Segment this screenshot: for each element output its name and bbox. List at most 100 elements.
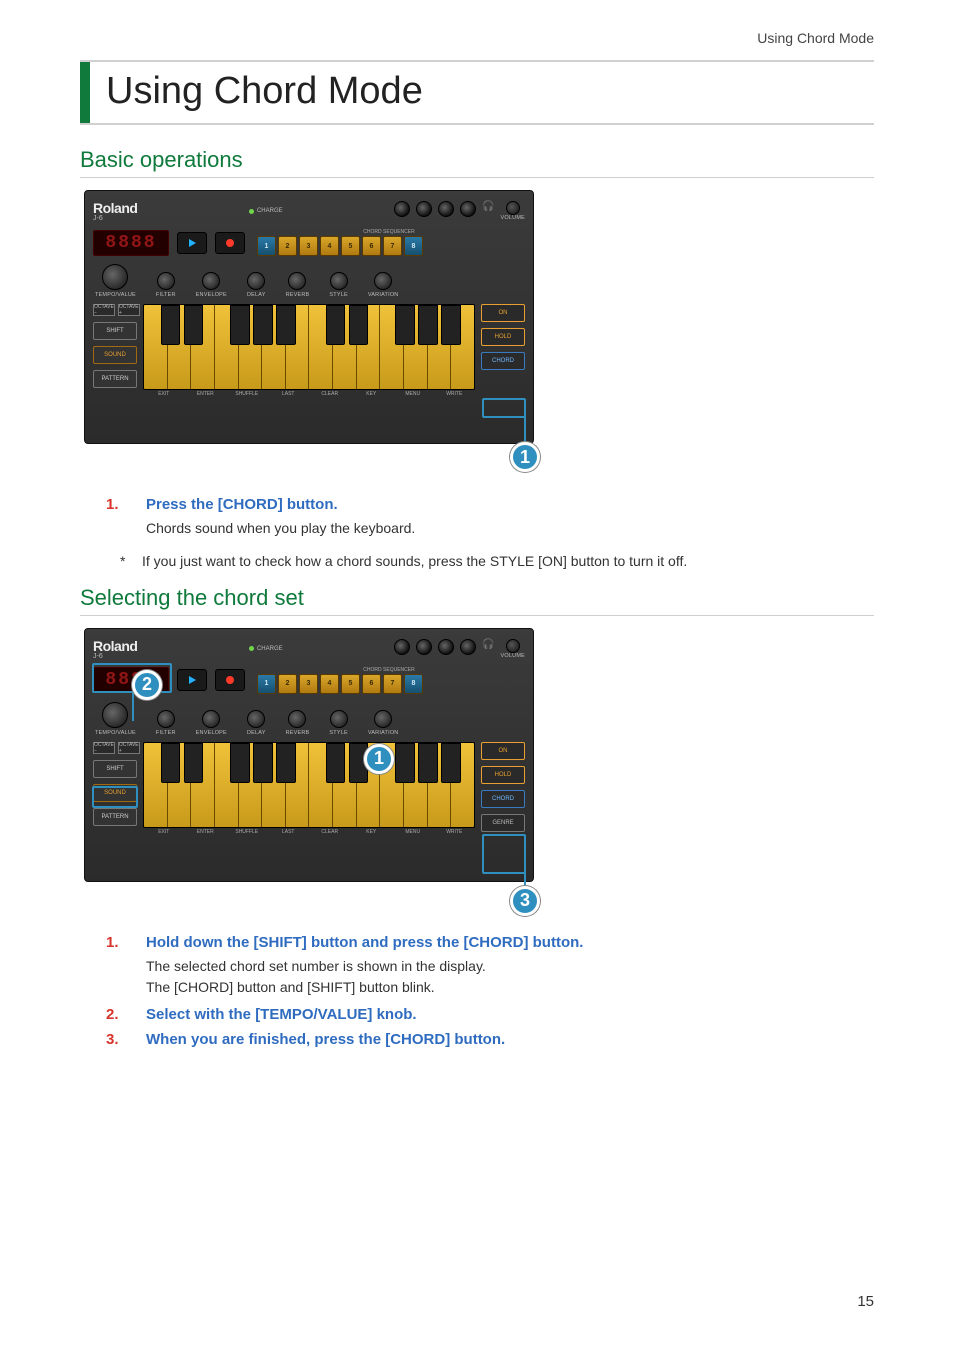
envelope-label: ENVELOPE	[196, 292, 227, 298]
running-head: Using Chord Mode	[80, 30, 874, 46]
seq-step-6: 6	[362, 674, 381, 694]
seq-step-2: 2	[278, 236, 297, 256]
segment-display-value: 8888	[105, 233, 156, 253]
shift-button: SHIFT	[93, 760, 137, 778]
charge-led-icon	[249, 646, 254, 651]
filter-label: FILTER	[156, 292, 176, 298]
sound-button: SOUND	[93, 346, 137, 364]
style-label: STYLE	[329, 292, 347, 298]
section-basic-operations-heading: Basic operations	[80, 147, 874, 178]
volume-knob	[506, 639, 520, 653]
section2-step-1-body-2: The [CHORD] button and [SHIFT] button bl…	[146, 978, 874, 998]
step-number: 2.	[106, 1006, 146, 1023]
device-panel: Roland J-6 CHARGE 🎧 VOLUME	[84, 190, 534, 444]
seq-step-3: 3	[299, 236, 318, 256]
jack-mix-in	[438, 639, 454, 655]
title-accent	[80, 62, 90, 123]
envelope-knob	[202, 710, 220, 728]
seq-step-5: 5	[341, 236, 360, 256]
octave-plus-button: OCTAVE +	[118, 742, 140, 754]
seq-step-2: 2	[278, 674, 297, 694]
tempo-label: TEMPO/VALUE	[95, 730, 136, 736]
callout-2: 2	[132, 670, 162, 700]
step-text: Select with the [TEMPO/VALUE] knob.	[146, 1006, 417, 1023]
step-number: 3.	[106, 1031, 146, 1048]
chord-button: CHORD	[481, 352, 525, 370]
device-figure-1: Roland J-6 CHARGE 🎧 VOLUME	[84, 190, 564, 478]
shift-button: SHIFT	[93, 322, 137, 340]
seq-step-6: 6	[362, 236, 381, 256]
envelope-label: ENVELOPE	[196, 730, 227, 736]
play-button	[177, 232, 207, 254]
reverb-label: REVERB	[286, 292, 310, 298]
charge-label: CHARGE	[257, 208, 283, 214]
seq-step-1: 1	[257, 674, 276, 694]
reverb-knob	[288, 272, 306, 290]
title-bar: Using Chord Mode	[80, 60, 874, 125]
delay-knob	[247, 710, 265, 728]
filter-knob	[157, 272, 175, 290]
filter-label: FILTER	[156, 730, 176, 736]
seq-step-1: 1	[257, 236, 276, 256]
brand-logo: Roland	[93, 200, 137, 216]
model-label: J-6	[93, 215, 137, 222]
envelope-knob	[202, 272, 220, 290]
asterisk-icon: *	[120, 553, 142, 569]
seq-step-4: 4	[320, 236, 339, 256]
reverb-knob	[288, 710, 306, 728]
section1-note: *If you just want to check how a chord s…	[120, 553, 874, 569]
volume-knob	[506, 201, 520, 215]
section2-step-3: 3. When you are finished, press the [CHO…	[106, 1031, 874, 1048]
under-key-labels: EXITENTERSHUFFLELASTCLEARKEYMENUWRITE	[143, 391, 475, 397]
keyboard	[143, 304, 475, 390]
step-text: Press the [CHORD] button.	[146, 496, 338, 513]
style-on-button: ON	[481, 304, 525, 322]
sound-button: SOUND	[93, 784, 137, 802]
pattern-button: PATTERN	[93, 370, 137, 388]
model-label: J-6	[93, 653, 137, 660]
jack-mix-out	[460, 201, 476, 217]
callout-1: 1	[510, 442, 540, 472]
octave-minus-button: OCTAVE −	[93, 304, 115, 316]
style-knob	[330, 710, 348, 728]
style-knob	[330, 272, 348, 290]
genre-button: GENRE	[481, 814, 525, 832]
charge-label: CHARGE	[257, 646, 283, 652]
hold-button: HOLD	[481, 766, 525, 784]
tempo-value-knob	[102, 264, 128, 290]
device-figure-2: RolandJ-6 CHARGE 🎧 VOLUME 8888 CHORD SEQ…	[84, 628, 564, 916]
section2-step-1-body-1: The selected chord set number is shown i…	[146, 957, 874, 977]
pattern-button: PATTERN	[93, 808, 137, 826]
variation-label: VARIATION	[368, 730, 399, 736]
section1-step-1: 1. Press the [CHORD] button.	[106, 496, 874, 513]
segment-display: 8888	[93, 230, 169, 256]
variation-label: VARIATION	[368, 292, 399, 298]
filter-knob	[157, 710, 175, 728]
charge-led-icon	[249, 209, 254, 214]
style-on-button: ON	[481, 742, 525, 760]
reverb-label: REVERB	[286, 730, 310, 736]
delay-knob	[247, 272, 265, 290]
tempo-label: TEMPO/VALUE	[95, 292, 136, 298]
seq-step-5: 5	[341, 674, 360, 694]
hold-button: HOLD	[481, 328, 525, 346]
page-number: 15	[857, 1293, 874, 1310]
seq-step-7: 7	[383, 236, 402, 256]
chord-button: CHORD	[481, 790, 525, 808]
callout-2-line	[132, 693, 134, 721]
variation-knob	[374, 272, 392, 290]
step-number: 1.	[106, 496, 146, 513]
octave-plus-button: OCTAVE +	[118, 304, 140, 316]
record-button	[215, 669, 245, 691]
charge-indicator: CHARGE	[249, 208, 283, 214]
delay-label: DELAY	[247, 292, 266, 298]
seq-step-7: 7	[383, 674, 402, 694]
page: Using Chord Mode Using Chord Mode Basic …	[0, 0, 954, 1350]
sequencer-title: CHORD SEQUENCER	[253, 667, 525, 673]
section1-step-1-body: Chords sound when you play the keyboard.	[146, 519, 874, 539]
volume-label: VOLUME	[501, 215, 525, 221]
callout-1b: 1	[364, 744, 394, 774]
device-panel: RolandJ-6 CHARGE 🎧 VOLUME 8888 CHORD SEQ…	[84, 628, 534, 882]
headphone-icon: 🎧	[482, 639, 494, 650]
record-button	[215, 232, 245, 254]
